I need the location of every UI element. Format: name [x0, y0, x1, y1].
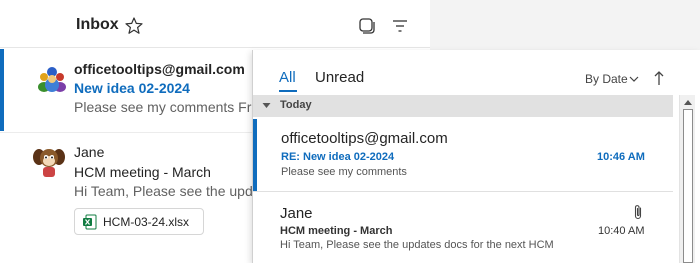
character-avatar-icon: [33, 149, 65, 177]
group-label: Today: [280, 99, 312, 111]
attachment-chip[interactable]: HCM-03-24.xlsx: [74, 208, 204, 235]
scroll-thumb[interactable]: [683, 109, 693, 263]
message-preview: Please see my comments: [281, 166, 407, 178]
message-sender: Jane: [280, 205, 313, 222]
group-header[interactable]: Today: [253, 95, 673, 117]
tab-active-indicator: [279, 90, 297, 92]
attachment-filename: HCM-03-24.xlsx: [103, 215, 190, 229]
group-avatar-icon: [38, 67, 66, 92]
message-subject: HCM meeting - March: [280, 225, 393, 237]
scroll-up-arrow-icon[interactable]: [683, 98, 693, 106]
message-sender: officetooltips@gmail.com: [281, 130, 448, 147]
excel-file-icon: [83, 214, 97, 230]
message-time: 10:46 AM: [597, 151, 645, 163]
message-preview: Hi Team, Please see the updates docs for…: [280, 239, 554, 251]
message-subject: New idea 02-2024: [74, 80, 190, 96]
message-list-header: Inbox: [0, 0, 430, 48]
paperclip-icon: [634, 205, 642, 220]
select-mode-icon[interactable]: [358, 17, 376, 35]
sort-by-button[interactable]: By Date: [585, 72, 628, 86]
message-subject: HCM meeting - March: [74, 164, 211, 180]
folder-title: Inbox: [76, 16, 119, 33]
star-icon[interactable]: [124, 16, 144, 36]
collapse-chevron-icon[interactable]: [262, 102, 271, 109]
message-item[interactable]: officetooltips@gmail.com RE: New idea 02…: [253, 119, 673, 191]
message-sender: Jane: [74, 144, 105, 160]
message-time: 10:40 AM: [598, 225, 645, 237]
tab-all[interactable]: All: [279, 69, 296, 86]
message-subject: RE: New idea 02-2024: [281, 151, 395, 163]
chevron-down-icon[interactable]: [629, 75, 639, 83]
message-sender: officetooltips@gmail.com: [74, 61, 245, 77]
sort-direction-arrow-icon[interactable]: [653, 70, 665, 86]
filter-icon[interactable]: [390, 17, 410, 35]
message-preview: Hi Team, Please see the upda: [74, 183, 261, 199]
tab-unread[interactable]: Unread: [315, 69, 364, 86]
vertical-scrollbar[interactable]: [679, 95, 695, 263]
message-preview: Please see my comments Fro: [74, 99, 260, 115]
classic-message-list-pane: All Unread By Date Today officetooltips@…: [252, 50, 700, 263]
message-item[interactable]: Jane HCM meeting - March 10:40 AM Hi Tea…: [253, 191, 673, 263]
